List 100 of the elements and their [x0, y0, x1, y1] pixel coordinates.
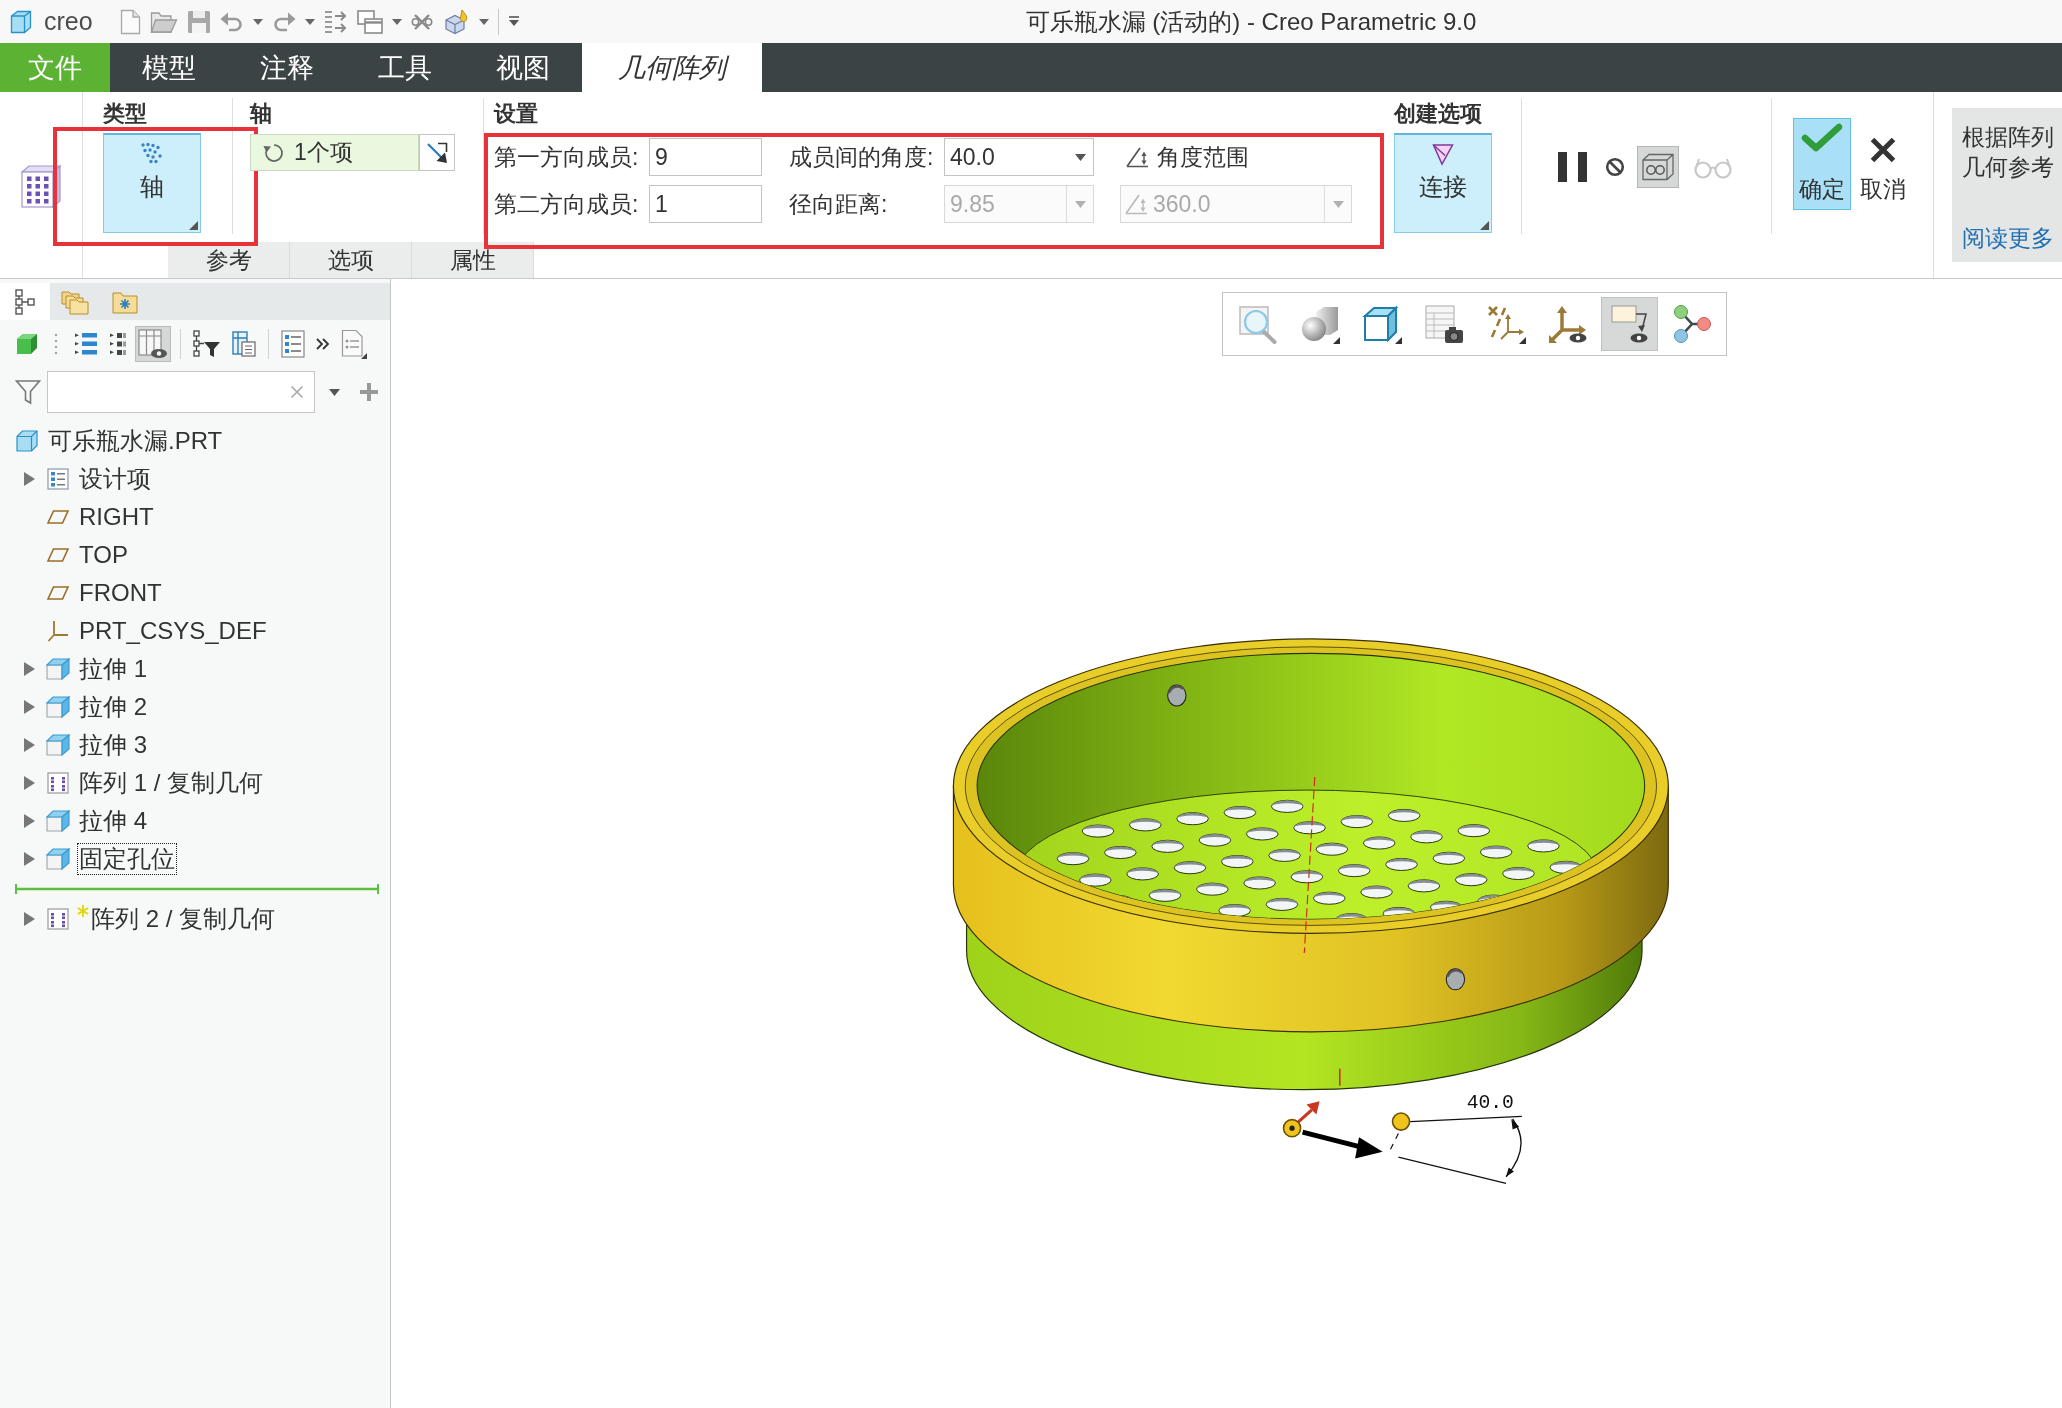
search-field[interactable] — [47, 371, 315, 413]
ribbon-tab[interactable]: 几何阵列 — [582, 43, 762, 92]
ribbon-tab[interactable]: 模型 — [110, 43, 228, 92]
ribbon-tab[interactable]: 工具 — [346, 43, 464, 92]
number-field[interactable]: 9 — [649, 138, 762, 176]
document-icon[interactable] — [119, 8, 141, 35]
cube-outline-icon — [1361, 304, 1402, 344]
preview-button[interactable] — [1637, 146, 1679, 188]
panel-tab[interactable]: 属性 — [412, 242, 534, 278]
caret-icon[interactable] — [478, 18, 489, 25]
dimension-value[interactable]: 40.0 — [1466, 1092, 1514, 1115]
direction-button[interactable] — [419, 134, 455, 171]
grip-icon — [54, 333, 58, 355]
zoom-icon — [1237, 304, 1278, 344]
expand-icon[interactable] — [23, 814, 35, 828]
tree-item[interactable]: 阵列 1 / 复制几何 — [77, 767, 266, 799]
bullet-list-icon — [109, 332, 127, 356]
read-more-link[interactable]: 阅读更多 — [1962, 223, 2054, 253]
expand-icon[interactable] — [23, 700, 35, 714]
prohibit-icon — [1605, 157, 1625, 177]
table-button[interactable] — [229, 328, 259, 360]
tree-item[interactable]: RIGHT — [77, 501, 156, 533]
caret-icon[interactable] — [329, 388, 340, 396]
caret-icon — [1074, 153, 1086, 161]
settings-button[interactable] — [278, 327, 308, 361]
corner-triangle-icon — [189, 221, 198, 230]
axes-eye-icon — [1547, 304, 1588, 344]
tree-item[interactable]: 固定孔位 — [77, 843, 177, 875]
expand-icon[interactable] — [23, 912, 35, 926]
cube-icon — [46, 696, 70, 718]
group-title: 类型 — [103, 100, 147, 128]
ribbon-tab[interactable]: 视图 — [464, 43, 582, 92]
check-icon — [1801, 122, 1843, 154]
clear-icon[interactable] — [290, 385, 304, 399]
columns-button[interactable] — [135, 326, 171, 362]
folder-icon[interactable] — [149, 9, 178, 34]
reference-collector[interactable]: 1个项 — [250, 134, 419, 171]
folders-icon — [61, 288, 89, 315]
tree-item[interactable]: PRT_CSYS_DEF — [77, 615, 269, 647]
save-icon[interactable] — [186, 9, 211, 34]
insert-marker[interactable] — [15, 884, 379, 894]
sphere-box-icon — [1299, 304, 1340, 344]
annotation-display-button[interactable] — [1601, 297, 1658, 351]
plus-icon[interactable] — [360, 383, 378, 401]
tree-item[interactable]: TOP — [77, 539, 130, 571]
caret-icon[interactable] — [252, 18, 263, 25]
windows-icon[interactable] — [356, 9, 383, 34]
tree-item[interactable]: 阵列 2 / 复制几何 — [89, 903, 278, 935]
close-icon — [1869, 136, 1897, 164]
expand-icon[interactable] — [23, 662, 35, 676]
option-button[interactable]: 连接 — [1394, 133, 1492, 233]
cancel-button[interactable]: 取消 — [1854, 118, 1912, 210]
axes-icon — [47, 620, 69, 642]
expand-icon[interactable] — [23, 852, 35, 866]
group-title: 设置 — [494, 100, 538, 128]
tree-item[interactable]: 拉伸 3 — [77, 729, 149, 761]
close-window-icon[interactable] — [410, 11, 433, 32]
expand-icon[interactable] — [23, 472, 35, 486]
caret-icon[interactable] — [391, 18, 402, 25]
list-arrows-icon[interactable] — [323, 8, 348, 35]
panel-tab[interactable]: 选项 — [290, 242, 412, 278]
list-icon — [47, 468, 69, 490]
angle-icon — [1125, 145, 1151, 169]
cube-icon — [16, 333, 38, 355]
caret-icon[interactable] — [304, 18, 315, 25]
field-label: 第一方向成员: — [494, 142, 640, 172]
panel-tab[interactable] — [0, 283, 50, 320]
angle-range-toggle[interactable]: 角度范围 — [1120, 138, 1254, 176]
dot-grid-icon — [47, 908, 69, 930]
value-dropdown[interactable]: 40.0 — [944, 138, 1094, 176]
ribbon-tab[interactable]: 注释 — [228, 43, 346, 92]
diagonal-arrow-icon — [425, 140, 449, 165]
direction-arrow-icon[interactable] — [1302, 1129, 1383, 1159]
help-text: 根据阵列 几何参考 — [1962, 123, 2054, 182]
caret-icon[interactable] — [507, 16, 520, 27]
document-list-icon — [341, 329, 367, 359]
datum-axes-icon — [1485, 304, 1526, 344]
ok-button[interactable]: 确定 — [1793, 118, 1851, 210]
tree-item[interactable]: 拉伸 4 — [77, 805, 149, 837]
parallelogram-icon — [47, 510, 69, 524]
type-button[interactable]: 轴 — [103, 133, 201, 233]
tree-item[interactable]: 拉伸 1 — [77, 653, 149, 685]
undo-icon[interactable] — [219, 10, 244, 33]
expand-icon[interactable] — [23, 738, 35, 752]
expand-icon[interactable] — [23, 776, 35, 790]
tree-item[interactable]: 拉伸 2 — [77, 691, 149, 723]
panel-tab[interactable]: 参考 — [168, 242, 290, 278]
parallelogram-icon — [47, 586, 69, 600]
folder-star-icon — [112, 289, 138, 314]
number-field[interactable]: 1 — [649, 185, 762, 223]
group-title: 创建选项 — [1394, 100, 1482, 128]
redo-icon[interactable] — [271, 10, 296, 33]
angle-icon — [1124, 192, 1150, 216]
cube-icon — [46, 810, 70, 832]
drag-handle-icon[interactable] — [1391, 1112, 1411, 1131]
drag-handle-icon[interactable] — [1282, 1101, 1320, 1138]
tree-item[interactable]: 可乐瓶水漏.PRT — [46, 425, 225, 457]
tree-item[interactable]: 设计项 — [77, 463, 153, 495]
tree-item[interactable]: FRONT — [77, 577, 164, 609]
caret-icon — [1074, 200, 1086, 208]
